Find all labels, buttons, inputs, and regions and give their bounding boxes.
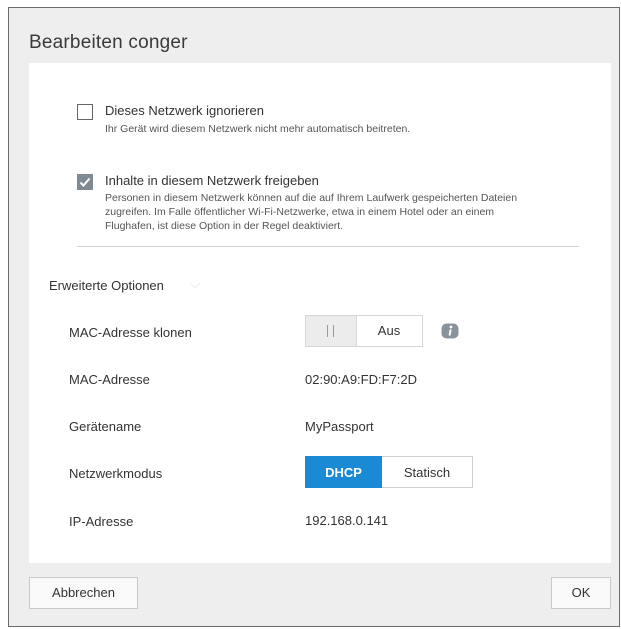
ip-address-value: 192.168.0.141: [305, 513, 389, 528]
toggle-handle[interactable]: [306, 316, 357, 346]
settings-panel: Dieses Netzwerk ignorieren Ihr Gerät wir…: [29, 63, 611, 563]
mac-clone-toggle[interactable]: Aus: [305, 315, 423, 347]
edit-network-dialog: Bearbeiten conger Dieses Netzwerk ignori…: [8, 7, 620, 627]
mac-clone-label: MAC-Adresse klonen: [69, 325, 192, 340]
network-mode-label: Netzwerkmodus: [69, 466, 163, 481]
grip-line: [333, 325, 334, 337]
share-content-description-line-3: Flughafen, ist diese Option in der Regel…: [105, 220, 344, 232]
device-name-label: Gerätename: [69, 419, 142, 434]
info-icon[interactable]: [441, 323, 459, 339]
advanced-options-title[interactable]: Erweiterte Optionen: [49, 278, 164, 293]
static-button[interactable]: Statisch: [382, 456, 473, 488]
mac-address-label: MAC-Adresse: [69, 372, 150, 387]
dhcp-button[interactable]: DHCP: [305, 456, 382, 488]
device-name-value: MyPassport: [305, 419, 374, 434]
network-mode-selector: DHCP Statisch: [305, 456, 473, 488]
ignore-network-checkbox[interactable]: [77, 104, 93, 120]
cancel-button[interactable]: Abbrechen: [29, 577, 138, 609]
divider: [77, 246, 579, 247]
toggle-state: Aus: [377, 323, 401, 338]
chevron-down-icon[interactable]: [189, 282, 201, 290]
share-content-description-line-1: Personen in diesem Netzwerk können auf d…: [105, 192, 518, 204]
checkmark-icon: [79, 177, 91, 187]
grip-line: [327, 325, 328, 337]
dialog-title: Bearbeiten conger: [29, 32, 188, 53]
ignore-network-label: Dieses Netzwerk ignorieren: [105, 103, 264, 118]
share-content-label: Inhalte in diesem Netzwerk freigeben: [105, 173, 319, 188]
share-content-checkbox[interactable]: [77, 174, 93, 190]
share-content-description-line-2: zugreifen. Im Falle öffentlicher Wi-Fi-N…: [105, 206, 495, 218]
mac-address-value: 02:90:A9:FD:F7:2D: [305, 372, 417, 387]
ignore-network-description: Ihr Gerät wird diesem Netzwerk nicht meh…: [105, 123, 411, 135]
ip-address-label: IP-Adresse: [69, 514, 134, 529]
ok-button[interactable]: OK: [551, 577, 611, 609]
